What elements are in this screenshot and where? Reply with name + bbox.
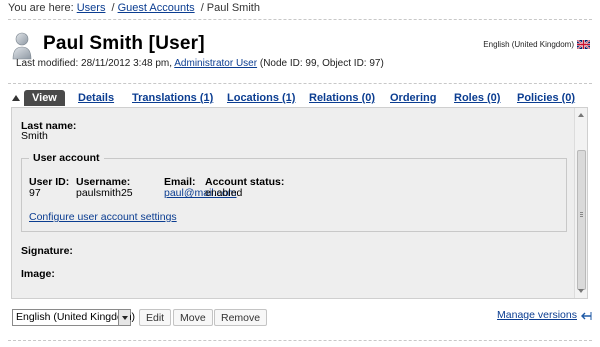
breadcrumb-separator: /	[111, 2, 115, 14]
chevron-down-icon[interactable]	[118, 310, 130, 325]
tab-translations[interactable]: Translations (1)	[132, 92, 213, 104]
tab-policies[interactable]: Policies (0)	[517, 92, 575, 104]
tab-relations[interactable]: Relations (0)	[309, 92, 375, 104]
user-account-fieldset: User account User ID: 97 Username: pauls…	[21, 152, 567, 232]
remove-button[interactable]: Remove	[214, 309, 268, 326]
user-id-value: 97	[29, 187, 41, 199]
breadcrumb-prefix: You are here:	[8, 2, 74, 14]
page-title: Paul Smith [User]	[43, 33, 205, 54]
edit-button[interactable]: Edit	[139, 309, 172, 326]
grip-line	[580, 216, 583, 217]
last-modified-info: Last modified: 28/11/2012 3:48 pm, Admin…	[16, 58, 384, 69]
scrollbar-thumb[interactable]	[577, 150, 586, 290]
breadcrumb-current: Paul Smith	[206, 2, 260, 14]
last-modified-text: Last modified: 28/11/2012 3:48 pm,	[16, 58, 173, 69]
tab-locations[interactable]: Locations (1)	[227, 92, 295, 104]
page-header: Paul Smith [User] Last modified: 28/11/2…	[8, 26, 592, 76]
image-label: Image:	[21, 268, 55, 280]
divider	[8, 83, 592, 84]
breadcrumb-link-guest-accounts[interactable]: Guest Accounts	[118, 2, 195, 14]
breadcrumb-link-users[interactable]: Users	[77, 2, 106, 14]
manage-versions-link[interactable]: Manage versions	[497, 309, 577, 321]
language-label: English (United Kingdom)	[483, 40, 574, 49]
uk-flag-icon	[577, 40, 590, 49]
user-icon	[12, 32, 32, 60]
user-account-legend: User account	[29, 152, 104, 164]
node-id-text: (Node ID: 99, Object ID: 97)	[259, 58, 384, 69]
move-button[interactable]: Move	[173, 309, 213, 326]
grip-line	[580, 212, 583, 213]
tab-ordering[interactable]: Ordering	[390, 92, 436, 104]
tab-bar: View Details Translations (1) Locations …	[8, 90, 588, 108]
configure-account-link[interactable]: Configure user account settings	[29, 211, 177, 223]
username-value: paulsmith25	[76, 187, 133, 199]
last-name-value: Smith	[21, 130, 48, 142]
content-area: Last name: Smith User account User ID: 9…	[12, 108, 573, 298]
signature-label: Signature:	[21, 245, 73, 257]
content-panel[interactable]: Last name: Smith User account User ID: 9…	[11, 107, 588, 299]
divider	[8, 340, 592, 341]
scroll-down-icon[interactable]	[578, 289, 584, 293]
tab-roles[interactable]: Roles (0)	[454, 92, 500, 104]
language-select[interactable]: English (United Kingdom)	[12, 309, 135, 326]
author-link[interactable]: Administrator User	[174, 58, 257, 69]
breadcrumb: You are here: Users / Guest Accounts / Pau…	[8, 2, 260, 14]
action-bar: English (United Kingdom) Edit Move Remov…	[12, 309, 592, 327]
grip-line	[580, 214, 583, 215]
divider	[8, 19, 592, 20]
tab-details[interactable]: Details	[78, 92, 114, 104]
tab-view[interactable]: View	[24, 90, 65, 106]
collapse-toggle-icon[interactable]	[12, 95, 20, 101]
scroll-up-icon[interactable]	[578, 113, 584, 117]
breadcrumb-separator: /	[200, 2, 204, 14]
account-status-value: enabled	[205, 187, 243, 199]
history-icon[interactable]	[580, 310, 592, 322]
vertical-scrollbar[interactable]	[574, 108, 587, 298]
